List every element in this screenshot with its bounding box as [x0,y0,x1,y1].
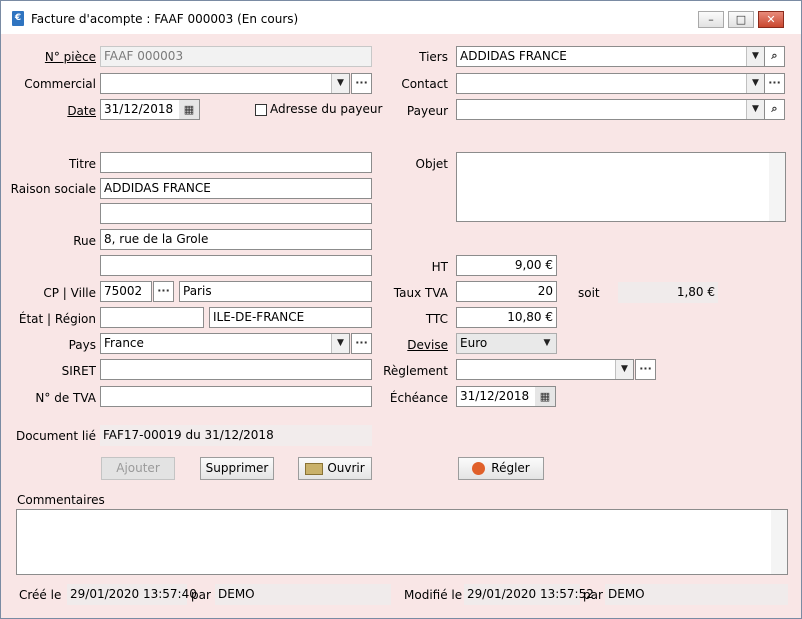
maximize-button[interactable]: □ [728,11,754,28]
regler-icon [472,462,486,475]
modifie-le-label: Modifié le [404,588,463,602]
tiers-label: Tiers [419,50,448,64]
payeur-label: Payeur [406,104,448,118]
folder-icon [305,462,324,475]
modifie-le-date: 29/01/2020 13:57:52 [464,584,594,605]
window-title: Facture d'acompte : FAAF 000003 (En cour… [31,12,299,26]
close-button[interactable]: ✕ [758,11,784,28]
modifie-par-value: DEMO [605,584,788,605]
piece-number-field: FAAF 000003 [100,46,372,67]
title-bar: € Facture d'acompte : FAAF 000003 (En co… [1,1,801,34]
payeur-dropdown-icon[interactable]: ▼ [746,100,764,119]
echeance-calendar-icon[interactable]: ▦ [535,387,555,406]
objet-label: Objet [415,157,448,171]
reglement-select[interactable] [456,359,634,380]
rue-field-2[interactable] [100,255,372,276]
regler-label: Régler [491,461,530,475]
invoice-window: € Facture d'acompte : FAAF 000003 (En co… [0,0,802,619]
echeance-label: Échéance [389,391,448,405]
commentaires-scrollbar[interactable] [771,510,787,574]
devise-label: Devise [407,338,448,352]
cree-le-date: 29/01/2020 13:57:40 [67,584,197,605]
taux-tva-label: Taux TVA [393,286,448,300]
region-field[interactable]: ILE-DE-FRANCE [209,307,372,328]
ouvrir-label: Ouvrir [327,461,365,475]
titre-field[interactable] [100,152,372,173]
ttc-label: TTC [425,312,448,326]
regler-button[interactable]: Régler [458,457,544,480]
ville-field[interactable]: Paris [179,281,372,302]
contact-dropdown-icon[interactable]: ▼ [746,74,764,93]
contact-label: Contact [401,77,448,91]
ht-label: HT [431,260,448,274]
invoice-app-icon: € [12,11,24,26]
etat-region-label: État | Région [18,312,96,326]
date-label: Date [67,104,96,118]
minimize-button[interactable]: – [698,11,724,28]
cp-ville-label: CP | Ville [43,286,96,300]
cree-par-label: par [191,588,211,602]
devise-dropdown-icon[interactable]: ▼ [538,334,556,353]
raison-sociale-field-2[interactable] [100,203,372,224]
siret-label: SIRET [61,364,96,378]
tiers-search-icon[interactable]: ⌕ [764,46,785,67]
tiers-select[interactable]: ADDIDAS FRANCE [456,46,765,67]
reglement-label: Règlement [383,364,448,378]
objet-scrollbar[interactable] [769,153,785,221]
rue-field[interactable]: 8, rue de la Grole [100,229,372,250]
contact-more-button[interactable]: ··· [764,73,785,94]
commercial-label: Commercial [24,77,96,91]
raison-sociale-field[interactable]: ADDIDAS FRANCE [100,178,372,199]
commentaires-label: Commentaires [17,493,105,507]
payeur-search-icon[interactable]: ⌕ [764,99,785,120]
payeur-select[interactable] [456,99,765,120]
tva-number-label: N° de TVA [35,391,96,405]
ht-field[interactable]: 9,00 € [456,255,557,276]
adresse-payeur-checkbox[interactable] [255,104,267,116]
titre-label: Titre [68,157,96,171]
tva-number-field[interactable] [100,386,372,407]
ajouter-button[interactable]: Ajouter [101,457,175,480]
etat-field[interactable] [100,307,204,328]
commercial-dropdown-icon[interactable]: ▼ [331,74,349,93]
document-lie-value: FAF17-00019 du 31/12/2018 [100,425,372,446]
document-lie-label: Document lié [15,429,96,443]
ouvrir-button[interactable]: Ouvrir [298,457,372,480]
ttc-field[interactable]: 10,80 € [456,307,557,328]
soit-label: soit [578,286,600,300]
date-calendar-icon[interactable]: ▦ [179,100,199,119]
cree-le-label: Créé le [19,588,62,602]
pays-label: Pays [68,338,96,352]
reglement-more-button[interactable]: ··· [635,359,656,380]
code-postal-field[interactable]: 75002 [100,281,152,302]
supprimer-button[interactable]: Supprimer [200,457,274,480]
siret-field[interactable] [100,359,372,380]
tva-amount-value: 1,80 € [618,282,718,303]
pays-select[interactable]: France [100,333,350,354]
modifie-par-label: par [583,588,603,602]
taux-tva-field[interactable]: 20 [456,281,557,302]
commentaires-textarea[interactable] [16,509,788,575]
contact-select[interactable] [456,73,765,94]
reglement-dropdown-icon[interactable]: ▼ [615,360,633,379]
tiers-dropdown-icon[interactable]: ▼ [746,47,764,66]
commercial-select[interactable] [100,73,350,94]
piece-label: N° pièce [44,50,96,64]
cree-par-value: DEMO [215,584,391,605]
cp-more-button[interactable]: ··· [153,281,174,302]
raison-sociale-label: Raison sociale [10,182,96,196]
rue-label: Rue [73,234,96,248]
pays-dropdown-icon[interactable]: ▼ [331,334,349,353]
objet-textarea[interactable] [456,152,786,222]
